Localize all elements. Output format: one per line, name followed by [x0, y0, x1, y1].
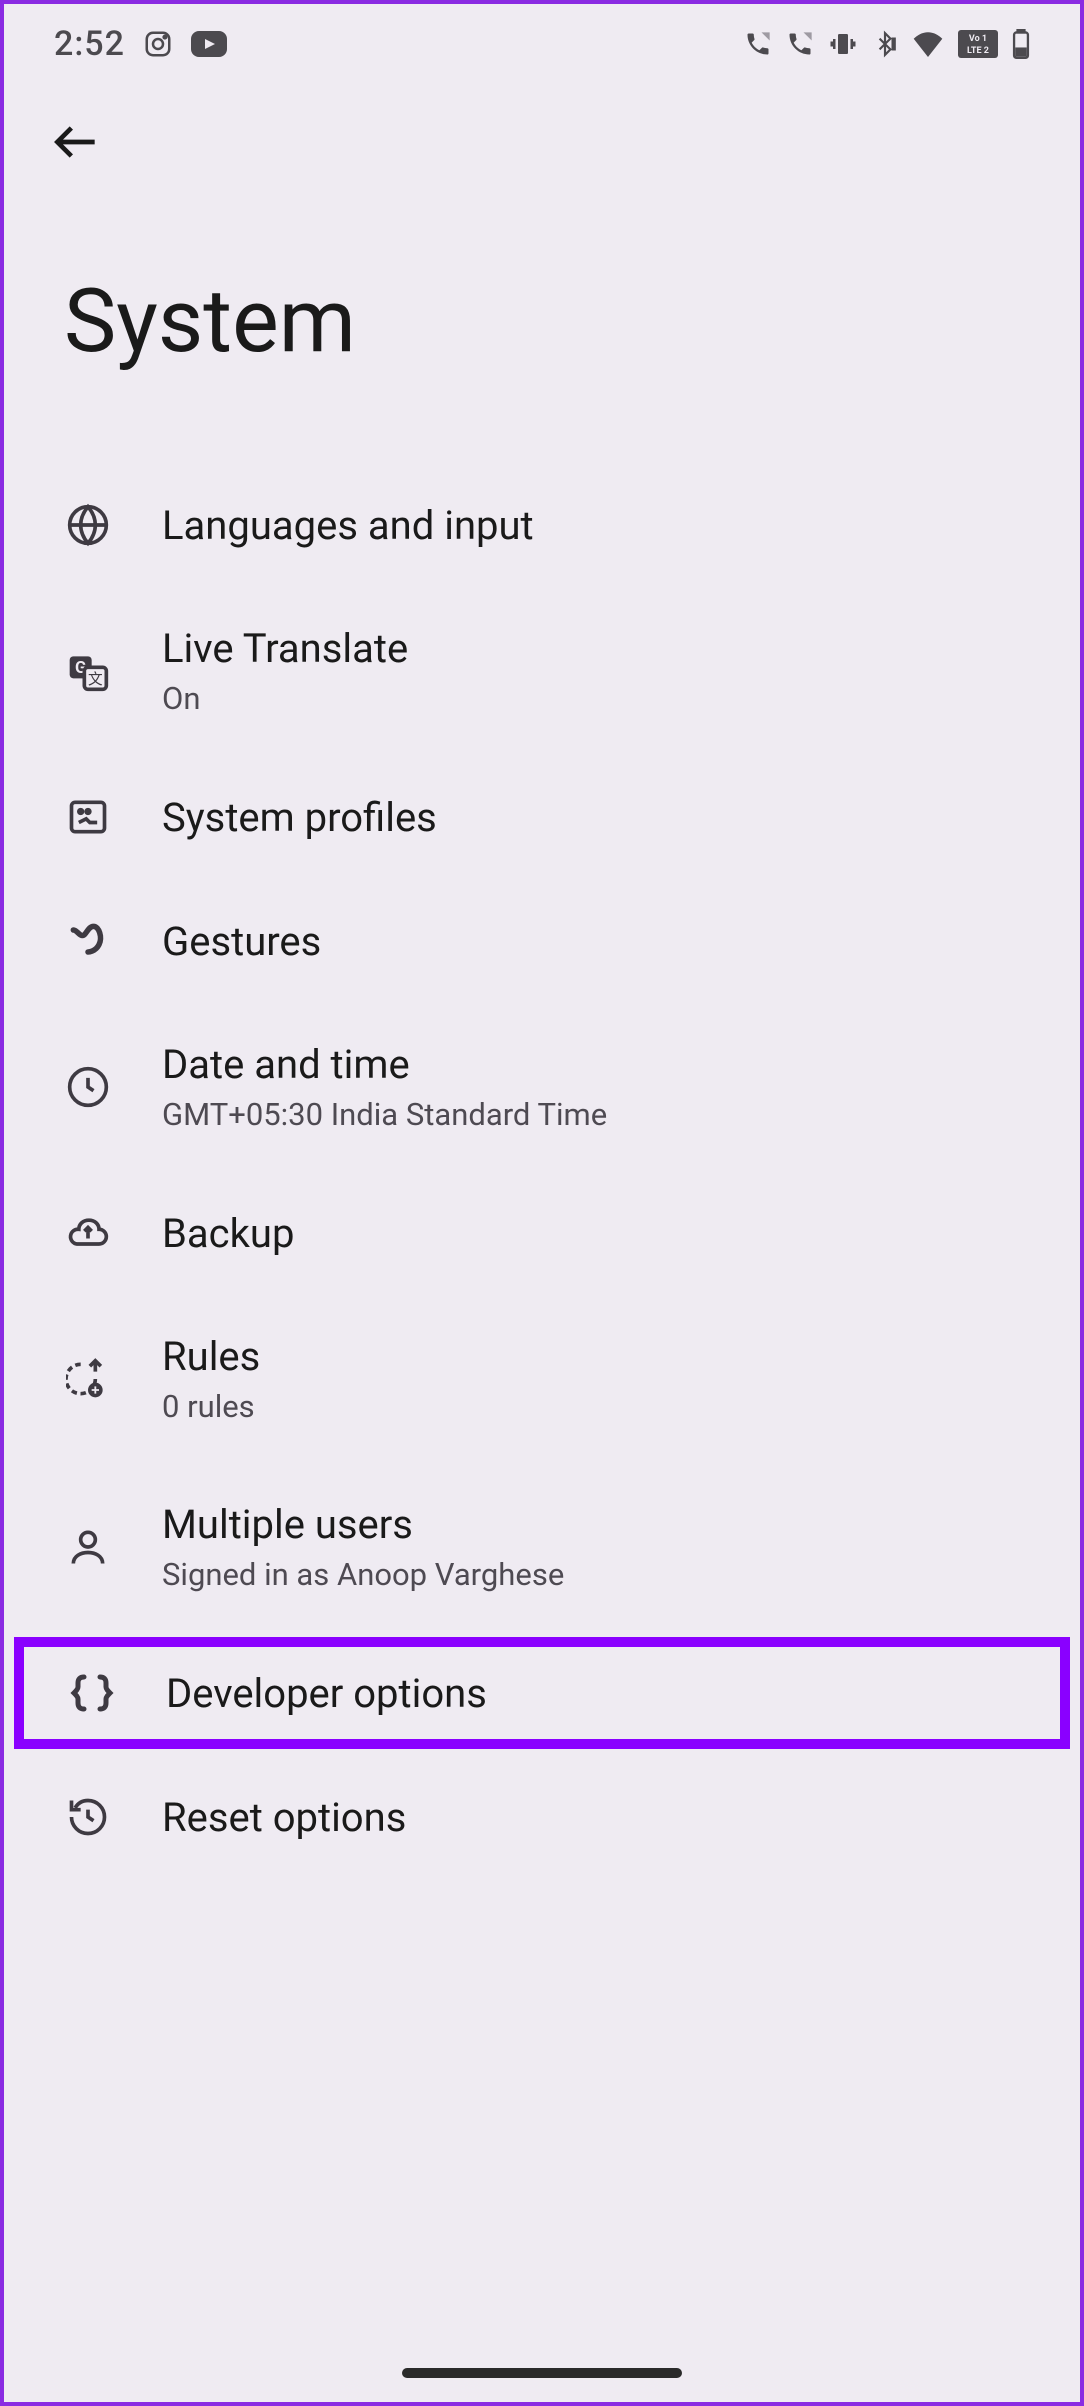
svg-text:Vo 1: Vo 1 — [969, 34, 987, 44]
restore-icon — [64, 1793, 112, 1841]
call-sim1-icon — [744, 30, 772, 58]
battery-icon — [1012, 29, 1030, 59]
item-title: System profiles — [162, 794, 437, 841]
item-subtitle: Signed in as Anoop Varghese — [162, 1556, 564, 1593]
volte-icon: Vo 1 LTE 2 — [958, 30, 998, 58]
status-left: 2:52 — [54, 24, 227, 64]
wifi-icon — [912, 31, 944, 57]
status-time: 2:52 — [54, 24, 125, 64]
settings-item-languages[interactable]: Languages and input — [4, 463, 1080, 587]
arrow-back-icon — [48, 114, 104, 170]
globe-icon — [64, 501, 112, 549]
youtube-icon — [191, 31, 227, 57]
clock-icon — [64, 1063, 112, 1111]
item-title: Live Translate — [162, 625, 408, 672]
item-title: Rules — [162, 1333, 260, 1380]
instagram-icon — [143, 29, 173, 59]
person-icon — [64, 1523, 112, 1571]
gestures-icon — [64, 917, 112, 965]
status-right: Vo 1 LTE 2 — [744, 29, 1030, 59]
settings-item-date-time[interactable]: Date and time GMT+05:30 India Standard T… — [4, 1003, 1080, 1171]
settings-item-gestures[interactable]: Gestures — [4, 879, 1080, 1003]
svg-text:文: 文 — [88, 670, 103, 688]
status-bar: 2:52 — [4, 4, 1080, 84]
item-title: Backup — [162, 1210, 294, 1257]
page-title: System — [4, 180, 1080, 463]
braces-icon — [68, 1669, 116, 1717]
settings-item-live-translate[interactable]: G 文 Live Translate On — [4, 587, 1080, 755]
item-subtitle: 0 rules — [162, 1388, 260, 1425]
navigation-handle[interactable] — [402, 2368, 682, 2378]
back-button[interactable] — [4, 84, 1080, 180]
settings-list: Languages and input G 文 Live Translate O… — [4, 463, 1080, 1879]
settings-item-system-profiles[interactable]: System profiles — [4, 755, 1080, 879]
call-sim2-icon — [786, 30, 814, 58]
item-subtitle: GMT+05:30 India Standard Time — [162, 1096, 607, 1133]
bluetooth-icon — [872, 29, 898, 59]
item-title: Gestures — [162, 918, 321, 965]
settings-item-developer-options[interactable]: Developer options — [8, 1631, 1076, 1755]
settings-item-backup[interactable]: Backup — [4, 1171, 1080, 1295]
cloud-upload-icon — [64, 1209, 112, 1257]
item-title: Multiple users — [162, 1501, 564, 1548]
item-title: Languages and input — [162, 502, 534, 549]
item-subtitle: On — [162, 680, 408, 717]
svg-text:LTE 2: LTE 2 — [967, 46, 989, 56]
vibrate-icon — [828, 29, 858, 59]
settings-item-rules[interactable]: Rules 0 rules — [4, 1295, 1080, 1463]
item-title: Date and time — [162, 1041, 607, 1088]
item-title: Developer options — [166, 1670, 487, 1717]
item-title: Reset options — [162, 1794, 406, 1841]
profiles-icon — [64, 793, 112, 841]
settings-item-reset-options[interactable]: Reset options — [4, 1755, 1080, 1879]
rules-icon — [64, 1355, 112, 1403]
translate-icon: G 文 — [64, 647, 112, 695]
settings-item-multiple-users[interactable]: Multiple users Signed in as Anoop Varghe… — [4, 1463, 1080, 1631]
